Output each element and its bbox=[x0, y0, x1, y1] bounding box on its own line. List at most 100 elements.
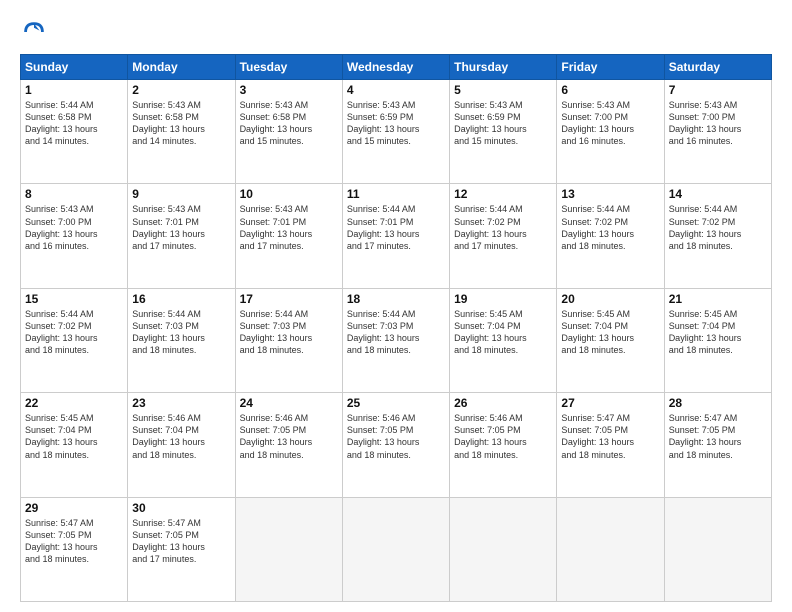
calendar-cell: 19 Sunrise: 5:45 AM Sunset: 7:04 PM Dayli… bbox=[450, 288, 557, 392]
day-info: Sunrise: 5:44 AM Sunset: 7:02 PM Dayligh… bbox=[669, 203, 767, 252]
week-row-4: 22 Sunrise: 5:45 AM Sunset: 7:04 PM Dayli… bbox=[21, 393, 772, 497]
day-info: Sunrise: 5:46 AM Sunset: 7:05 PM Dayligh… bbox=[240, 412, 338, 461]
calendar-cell: 17 Sunrise: 5:44 AM Sunset: 7:03 PM Dayli… bbox=[235, 288, 342, 392]
day-number: 4 bbox=[347, 83, 445, 97]
day-info: Sunrise: 5:44 AM Sunset: 6:58 PM Dayligh… bbox=[25, 99, 123, 148]
day-number: 8 bbox=[25, 187, 123, 201]
week-row-5: 29 Sunrise: 5:47 AM Sunset: 7:05 PM Dayli… bbox=[21, 497, 772, 601]
calendar-cell bbox=[664, 497, 771, 601]
calendar-cell bbox=[450, 497, 557, 601]
header bbox=[20, 18, 772, 46]
day-number: 28 bbox=[669, 396, 767, 410]
calendar-cell: 16Sunrise: 5:44 AM Sunset: 7:03 PM Dayli… bbox=[128, 288, 235, 392]
day-info: Sunrise: 5:45 AM Sunset: 7:04 PM Dayligh… bbox=[25, 412, 123, 461]
week-row-1: 1 Sunrise: 5:44 AM Sunset: 6:58 PM Daylig… bbox=[21, 80, 772, 184]
day-info: Sunrise: 5:47 AM Sunset: 7:05 PM Dayligh… bbox=[132, 517, 230, 566]
day-number: 30 bbox=[132, 501, 230, 515]
day-info: Sunrise: 5:47 AM Sunset: 7:05 PM Dayligh… bbox=[561, 412, 659, 461]
day-info: Sunrise: 5:43 AM Sunset: 6:58 PM Dayligh… bbox=[132, 99, 230, 148]
calendar-cell: 24Sunrise: 5:46 AM Sunset: 7:05 PM Dayli… bbox=[235, 393, 342, 497]
weekday-row: SundayMondayTuesdayWednesdayThursdayFrid… bbox=[21, 55, 772, 80]
day-info: Sunrise: 5:44 AM Sunset: 7:02 PM Dayligh… bbox=[561, 203, 659, 252]
calendar-cell: 4 Sunrise: 5:43 AM Sunset: 6:59 PM Daylig… bbox=[342, 80, 449, 184]
day-info: Sunrise: 5:45 AM Sunset: 7:04 PM Dayligh… bbox=[454, 308, 552, 357]
day-number: 6 bbox=[561, 83, 659, 97]
calendar-cell: 2Sunrise: 5:43 AM Sunset: 6:58 PM Daylig… bbox=[128, 80, 235, 184]
day-info: Sunrise: 5:44 AM Sunset: 7:02 PM Dayligh… bbox=[454, 203, 552, 252]
calendar-cell: 6 Sunrise: 5:43 AM Sunset: 7:00 PM Daylig… bbox=[557, 80, 664, 184]
weekday-wednesday: Wednesday bbox=[342, 55, 449, 80]
day-number: 27 bbox=[561, 396, 659, 410]
calendar-cell: 23 Sunrise: 5:46 AM Sunset: 7:04 PM Dayli… bbox=[128, 393, 235, 497]
weekday-friday: Friday bbox=[557, 55, 664, 80]
calendar-cell: 28 Sunrise: 5:47 AM Sunset: 7:05 PM Dayli… bbox=[664, 393, 771, 497]
day-number: 9 bbox=[132, 187, 230, 201]
day-number: 1 bbox=[25, 83, 123, 97]
day-info: Sunrise: 5:44 AM Sunset: 7:03 PM Dayligh… bbox=[347, 308, 445, 357]
day-info: Sunrise: 5:43 AM Sunset: 7:00 PM Dayligh… bbox=[561, 99, 659, 148]
day-info: Sunrise: 5:43 AM Sunset: 7:00 PM Dayligh… bbox=[669, 99, 767, 148]
calendar-cell: 29 Sunrise: 5:47 AM Sunset: 7:05 PM Dayli… bbox=[21, 497, 128, 601]
calendar-cell bbox=[235, 497, 342, 601]
day-info: Sunrise: 5:45 AM Sunset: 7:04 PM Dayligh… bbox=[669, 308, 767, 357]
calendar-cell: 20 Sunrise: 5:45 AM Sunset: 7:04 PM Dayli… bbox=[557, 288, 664, 392]
day-number: 18 bbox=[347, 292, 445, 306]
calendar-cell: 26Sunrise: 5:46 AM Sunset: 7:05 PM Dayli… bbox=[450, 393, 557, 497]
calendar: SundayMondayTuesdayWednesdayThursdayFrid… bbox=[20, 54, 772, 602]
day-number: 7 bbox=[669, 83, 767, 97]
day-info: Sunrise: 5:46 AM Sunset: 7:04 PM Dayligh… bbox=[132, 412, 230, 461]
day-info: Sunrise: 5:47 AM Sunset: 7:05 PM Dayligh… bbox=[25, 517, 123, 566]
day-info: Sunrise: 5:43 AM Sunset: 7:01 PM Dayligh… bbox=[240, 203, 338, 252]
day-number: 17 bbox=[240, 292, 338, 306]
calendar-body: 1 Sunrise: 5:44 AM Sunset: 6:58 PM Daylig… bbox=[21, 80, 772, 602]
day-info: Sunrise: 5:44 AM Sunset: 7:03 PM Dayligh… bbox=[132, 308, 230, 357]
day-info: Sunrise: 5:43 AM Sunset: 6:59 PM Dayligh… bbox=[347, 99, 445, 148]
calendar-cell: 13 Sunrise: 5:44 AM Sunset: 7:02 PM Dayli… bbox=[557, 184, 664, 288]
day-number: 21 bbox=[669, 292, 767, 306]
calendar-cell: 12 Sunrise: 5:44 AM Sunset: 7:02 PM Dayli… bbox=[450, 184, 557, 288]
calendar-cell: 3 Sunrise: 5:43 AM Sunset: 6:58 PM Daylig… bbox=[235, 80, 342, 184]
day-number: 10 bbox=[240, 187, 338, 201]
day-info: Sunrise: 5:44 AM Sunset: 7:02 PM Dayligh… bbox=[25, 308, 123, 357]
calendar-cell: 21 Sunrise: 5:45 AM Sunset: 7:04 PM Dayli… bbox=[664, 288, 771, 392]
day-number: 11 bbox=[347, 187, 445, 201]
day-number: 12 bbox=[454, 187, 552, 201]
calendar-cell: 8 Sunrise: 5:43 AM Sunset: 7:00 PM Daylig… bbox=[21, 184, 128, 288]
day-info: Sunrise: 5:45 AM Sunset: 7:04 PM Dayligh… bbox=[561, 308, 659, 357]
logo bbox=[20, 18, 54, 46]
calendar-cell: 30 Sunrise: 5:47 AM Sunset: 7:05 PM Dayli… bbox=[128, 497, 235, 601]
weekday-tuesday: Tuesday bbox=[235, 55, 342, 80]
calendar-cell: 14 Sunrise: 5:44 AM Sunset: 7:02 PM Dayli… bbox=[664, 184, 771, 288]
day-number: 23 bbox=[132, 396, 230, 410]
calendar-cell: 9 Sunrise: 5:43 AM Sunset: 7:01 PM Daylig… bbox=[128, 184, 235, 288]
day-number: 13 bbox=[561, 187, 659, 201]
calendar-cell: 22 Sunrise: 5:45 AM Sunset: 7:04 PM Dayli… bbox=[21, 393, 128, 497]
day-info: Sunrise: 5:43 AM Sunset: 7:00 PM Dayligh… bbox=[25, 203, 123, 252]
day-number: 15 bbox=[25, 292, 123, 306]
calendar-cell: 18 Sunrise: 5:44 AM Sunset: 7:03 PM Dayli… bbox=[342, 288, 449, 392]
day-number: 29 bbox=[25, 501, 123, 515]
day-number: 14 bbox=[669, 187, 767, 201]
day-number: 19 bbox=[454, 292, 552, 306]
day-number: 20 bbox=[561, 292, 659, 306]
day-info: Sunrise: 5:44 AM Sunset: 7:01 PM Dayligh… bbox=[347, 203, 445, 252]
calendar-cell: 27 Sunrise: 5:47 AM Sunset: 7:05 PM Dayli… bbox=[557, 393, 664, 497]
day-info: Sunrise: 5:43 AM Sunset: 7:01 PM Dayligh… bbox=[132, 203, 230, 252]
calendar-cell: 1 Sunrise: 5:44 AM Sunset: 6:58 PM Daylig… bbox=[21, 80, 128, 184]
calendar-cell bbox=[557, 497, 664, 601]
calendar-cell: 15 Sunrise: 5:44 AM Sunset: 7:02 PM Dayli… bbox=[21, 288, 128, 392]
day-number: 3 bbox=[240, 83, 338, 97]
weekday-saturday: Saturday bbox=[664, 55, 771, 80]
calendar-cell: 7 Sunrise: 5:43 AM Sunset: 7:00 PM Daylig… bbox=[664, 80, 771, 184]
day-info: Sunrise: 5:43 AM Sunset: 6:59 PM Dayligh… bbox=[454, 99, 552, 148]
week-row-3: 15 Sunrise: 5:44 AM Sunset: 7:02 PM Dayli… bbox=[21, 288, 772, 392]
day-info: Sunrise: 5:44 AM Sunset: 7:03 PM Dayligh… bbox=[240, 308, 338, 357]
day-number: 22 bbox=[25, 396, 123, 410]
calendar-cell: 10 Sunrise: 5:43 AM Sunset: 7:01 PM Dayli… bbox=[235, 184, 342, 288]
day-info: Sunrise: 5:46 AM Sunset: 7:05 PM Dayligh… bbox=[347, 412, 445, 461]
day-info: Sunrise: 5:43 AM Sunset: 6:58 PM Dayligh… bbox=[240, 99, 338, 148]
calendar-header: SundayMondayTuesdayWednesdayThursdayFrid… bbox=[21, 55, 772, 80]
page: SundayMondayTuesdayWednesdayThursdayFrid… bbox=[0, 0, 792, 612]
calendar-cell bbox=[342, 497, 449, 601]
day-info: Sunrise: 5:47 AM Sunset: 7:05 PM Dayligh… bbox=[669, 412, 767, 461]
